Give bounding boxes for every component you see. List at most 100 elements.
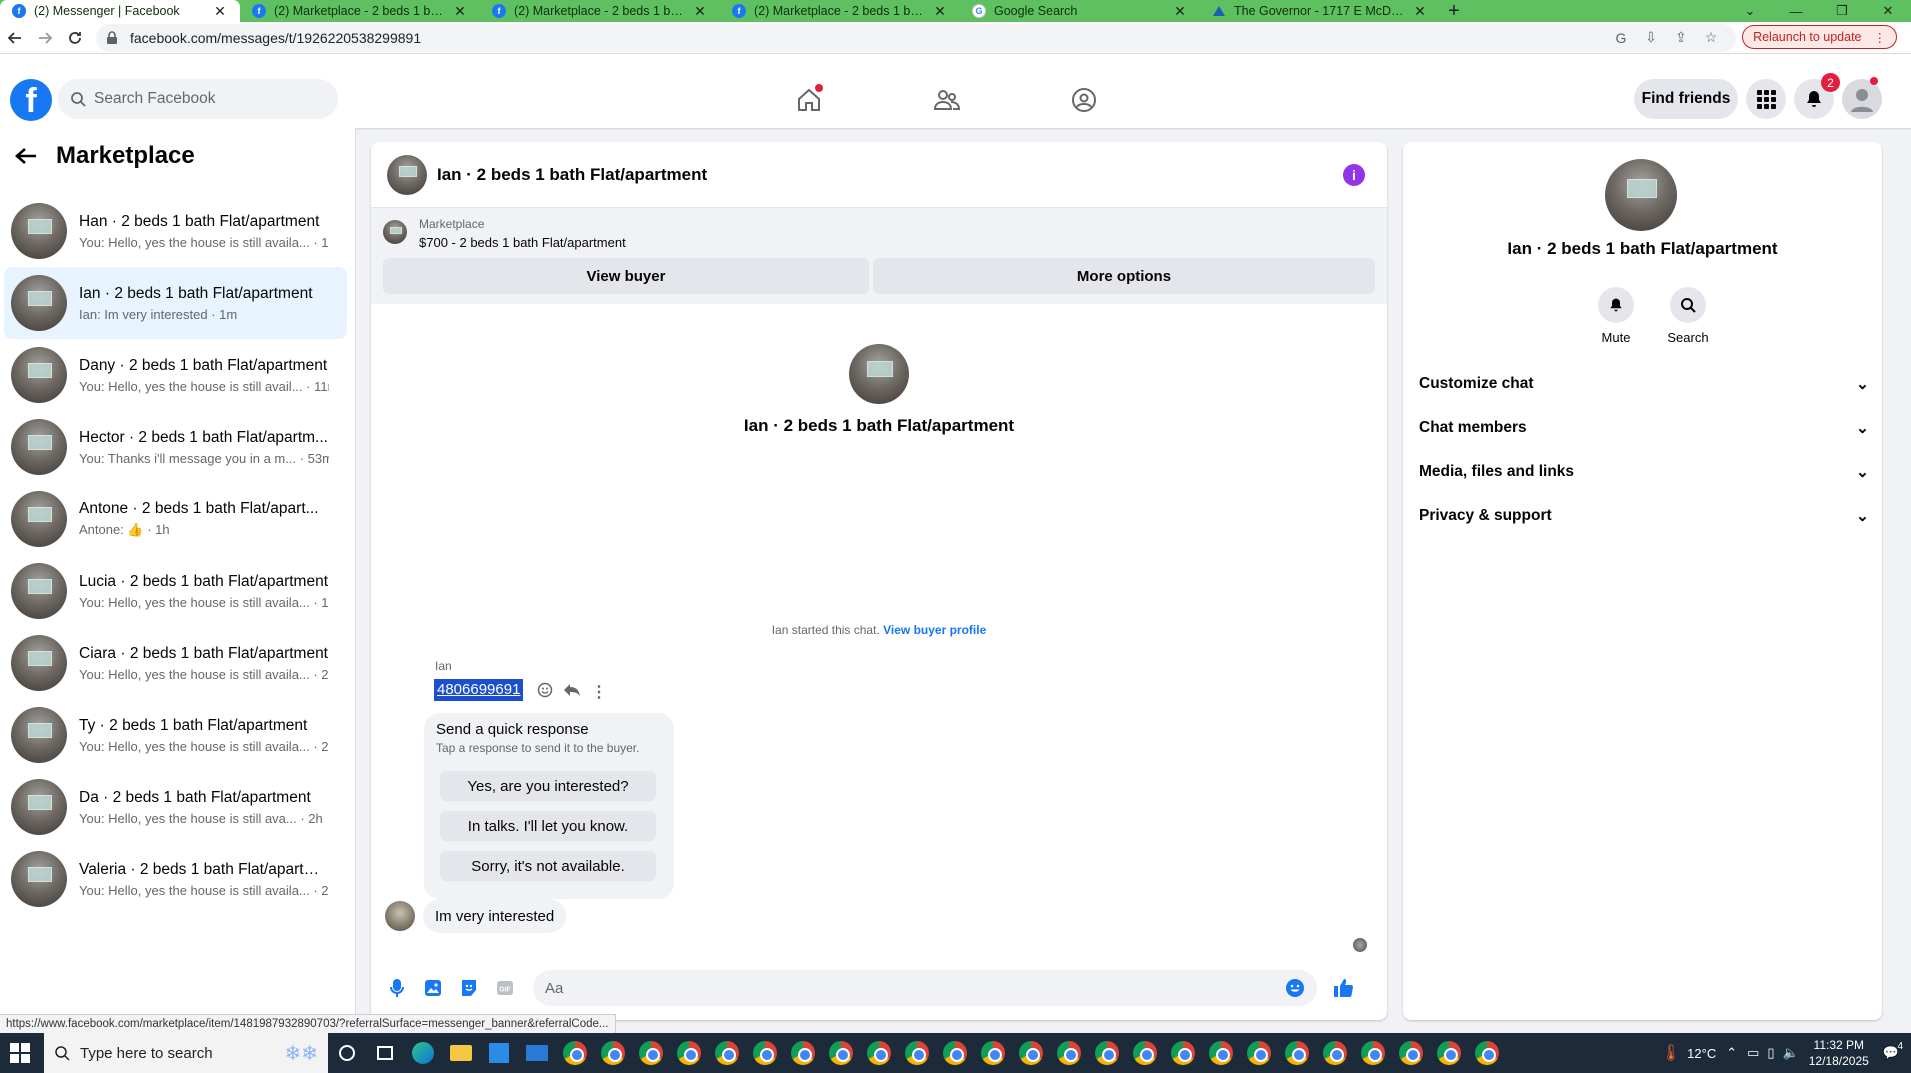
share-icon[interactable]: ⇪ xyxy=(1666,29,1696,46)
chrome-window-icon[interactable] xyxy=(746,1033,784,1073)
address-bar[interactable]: facebook.com/messages/t/1926220538299891… xyxy=(96,23,1736,52)
sticker-icon[interactable] xyxy=(451,970,487,1006)
profile-avatar[interactable] xyxy=(849,344,909,404)
bookmark-star-icon[interactable]: ☆ xyxy=(1696,29,1726,46)
account-button[interactable] xyxy=(1842,77,1882,119)
mail-icon[interactable] xyxy=(518,1033,556,1073)
reply-icon[interactable] xyxy=(563,682,581,702)
file-explorer-icon[interactable] xyxy=(442,1033,480,1073)
chrome-window-icon[interactable] xyxy=(974,1033,1012,1073)
mute-button[interactable]: Mute xyxy=(1586,287,1646,345)
phone-message[interactable]: 4806699691 xyxy=(433,679,524,701)
chrome-window-icon[interactable] xyxy=(1354,1033,1392,1073)
quick-response-button[interactable]: Sorry, it's not available. xyxy=(440,851,656,881)
close-tab-icon[interactable]: ✕ xyxy=(452,3,468,20)
facebook-search-bar[interactable] xyxy=(58,79,338,119)
microphone-icon[interactable] xyxy=(379,970,415,1006)
chrome-window-icon[interactable] xyxy=(1430,1033,1468,1073)
close-window-icon[interactable]: ✕ xyxy=(1865,0,1911,22)
conversation-item[interactable]: Antone · 2 beds 1 bath Flat/apart... Anto… xyxy=(4,483,347,555)
chrome-window-icon[interactable] xyxy=(1050,1033,1088,1073)
menu-dots-icon[interactable]: ⋮ xyxy=(1874,30,1887,45)
minimize-icon[interactable]: — xyxy=(1773,0,1819,22)
close-tab-icon[interactable]: ✕ xyxy=(1172,3,1188,20)
chrome-window-icon[interactable] xyxy=(1126,1033,1164,1073)
conversation-item[interactable]: Lucia · 2 beds 1 bath Flat/apartment You:… xyxy=(4,555,347,627)
chrome-window-icon[interactable] xyxy=(594,1033,632,1073)
photo-icon[interactable] xyxy=(415,970,451,1006)
network-icon[interactable]: ▯ xyxy=(1767,1045,1774,1061)
more-options-button[interactable]: More options xyxy=(873,258,1375,294)
close-tab-icon[interactable]: ✕ xyxy=(692,3,708,20)
chevron-up-icon[interactable]: ⌃ xyxy=(1726,1045,1737,1061)
chrome-window-icon[interactable] xyxy=(1088,1033,1126,1073)
relaunch-button[interactable]: Relaunch to update ⋮ xyxy=(1742,25,1897,49)
chrome-window-icon[interactable] xyxy=(1392,1033,1430,1073)
close-tab-icon[interactable]: ✕ xyxy=(212,3,228,20)
chat-title[interactable]: Ian · 2 beds 1 bath Flat/apartment xyxy=(437,165,707,185)
search-in-chat-button[interactable]: Search xyxy=(1658,287,1718,345)
back-button[interactable] xyxy=(0,23,30,53)
google-lens-icon[interactable]: G xyxy=(1606,30,1636,46)
volume-icon[interactable]: 🔈 xyxy=(1783,1045,1799,1061)
browser-tab[interactable]: f (2) Messenger | Facebook ✕ xyxy=(0,0,240,22)
customize-chat-section[interactable]: Customize chat ⌄ xyxy=(1419,364,1869,404)
chrome-window-icon[interactable] xyxy=(860,1033,898,1073)
chrome-window-icon[interactable] xyxy=(670,1033,708,1073)
chrome-window-icon[interactable] xyxy=(1278,1033,1316,1073)
chrome-window-icon[interactable] xyxy=(1012,1033,1050,1073)
chat-avatar[interactable] xyxy=(387,154,427,195)
chat-members-section[interactable]: Chat members ⌄ xyxy=(1419,408,1869,448)
view-buyer-button[interactable]: View buyer xyxy=(383,258,869,294)
search-input[interactable] xyxy=(94,90,314,108)
install-app-icon[interactable]: ⇩ xyxy=(1636,29,1666,46)
chrome-window-icon[interactable] xyxy=(1164,1033,1202,1073)
quick-response-button[interactable]: Yes, are you interested? xyxy=(440,771,656,801)
react-emoji-icon[interactable] xyxy=(537,682,553,702)
tray-app-icon[interactable]: ▭ xyxy=(1747,1045,1759,1061)
home-nav-button[interactable] xyxy=(785,80,833,120)
chrome-window-icon[interactable] xyxy=(1240,1033,1278,1073)
like-thumbs-up-icon[interactable] xyxy=(1325,970,1361,1006)
new-tab-button[interactable]: + xyxy=(1440,0,1468,22)
gif-icon[interactable]: GIF xyxy=(487,970,523,1006)
temperature-text[interactable]: 12°C xyxy=(1687,1046,1716,1061)
view-buyer-profile-link[interactable]: View buyer profile xyxy=(883,623,986,637)
find-friends-button[interactable]: Find friends xyxy=(1634,79,1738,119)
edge-icon[interactable] xyxy=(404,1033,442,1073)
back-arrow-icon[interactable] xyxy=(14,146,44,166)
close-tab-icon[interactable]: ✕ xyxy=(932,3,948,20)
conversation-item[interactable]: Da · 2 beds 1 bath Flat/apartment You: He… xyxy=(4,771,347,843)
taskbar-search[interactable]: Type here to search ❄❄ xyxy=(44,1033,328,1073)
conversation-item[interactable]: Valeria · 2 beds 1 bath Flat/apartm... Yo… xyxy=(4,843,347,915)
conversation-item[interactable]: Hector · 2 beds 1 bath Flat/apartm... You… xyxy=(4,411,347,483)
conversation-item[interactable]: Ty · 2 beds 1 bath Flat/apartment You: He… xyxy=(4,699,347,771)
friends-nav-button[interactable] xyxy=(923,80,971,120)
browser-tab[interactable]: The Governor - 1717 E McDowel ✕ xyxy=(1200,0,1440,22)
windows-start-icon[interactable] xyxy=(10,1043,30,1063)
browser-tab[interactable]: f (2) Marketplace - 2 beds 1 bath F ✕ xyxy=(240,0,480,22)
clock[interactable]: 11:32 PM 12/18/2025 xyxy=(1809,1037,1869,1069)
message-input[interactable] xyxy=(545,979,1245,997)
message-bubble[interactable]: Im very interested xyxy=(423,899,567,933)
browser-tab[interactable]: f (2) Marketplace - 2 beds 1 bath F ✕ xyxy=(720,0,960,22)
conversation-item[interactable]: Ciara · 2 beds 1 bath Flat/apartment You:… xyxy=(4,627,347,699)
sender-avatar[interactable] xyxy=(385,901,415,931)
conversation-item[interactable]: Ian · 2 beds 1 bath Flat/apartment Ian: I… xyxy=(4,267,347,339)
store-icon[interactable] xyxy=(480,1033,518,1073)
chrome-window-icon[interactable] xyxy=(1202,1033,1240,1073)
conversation-item[interactable]: Dany · 2 beds 1 bath Flat/apartment You: … xyxy=(4,339,347,411)
chrome-window-icon[interactable] xyxy=(708,1033,746,1073)
emoji-icon[interactable] xyxy=(1285,978,1305,998)
chrome-window-icon[interactable] xyxy=(784,1033,822,1073)
cortana-icon[interactable] xyxy=(328,1033,366,1073)
browser-tab[interactable]: G Google Search ✕ xyxy=(960,0,1200,22)
more-vertical-icon[interactable]: ⋮ xyxy=(591,682,607,702)
chrome-window-icon[interactable] xyxy=(898,1033,936,1073)
notifications-button[interactable]: 2 xyxy=(1794,73,1840,119)
groups-nav-button[interactable] xyxy=(1060,80,1108,120)
chrome-window-icon[interactable] xyxy=(822,1033,860,1073)
browser-tab[interactable]: f (2) Marketplace - 2 beds 1 bath F ✕ xyxy=(480,0,720,22)
quick-response-button[interactable]: In talks. I'll let you know. xyxy=(440,811,656,841)
chrome-window-icon[interactable] xyxy=(1468,1033,1506,1073)
